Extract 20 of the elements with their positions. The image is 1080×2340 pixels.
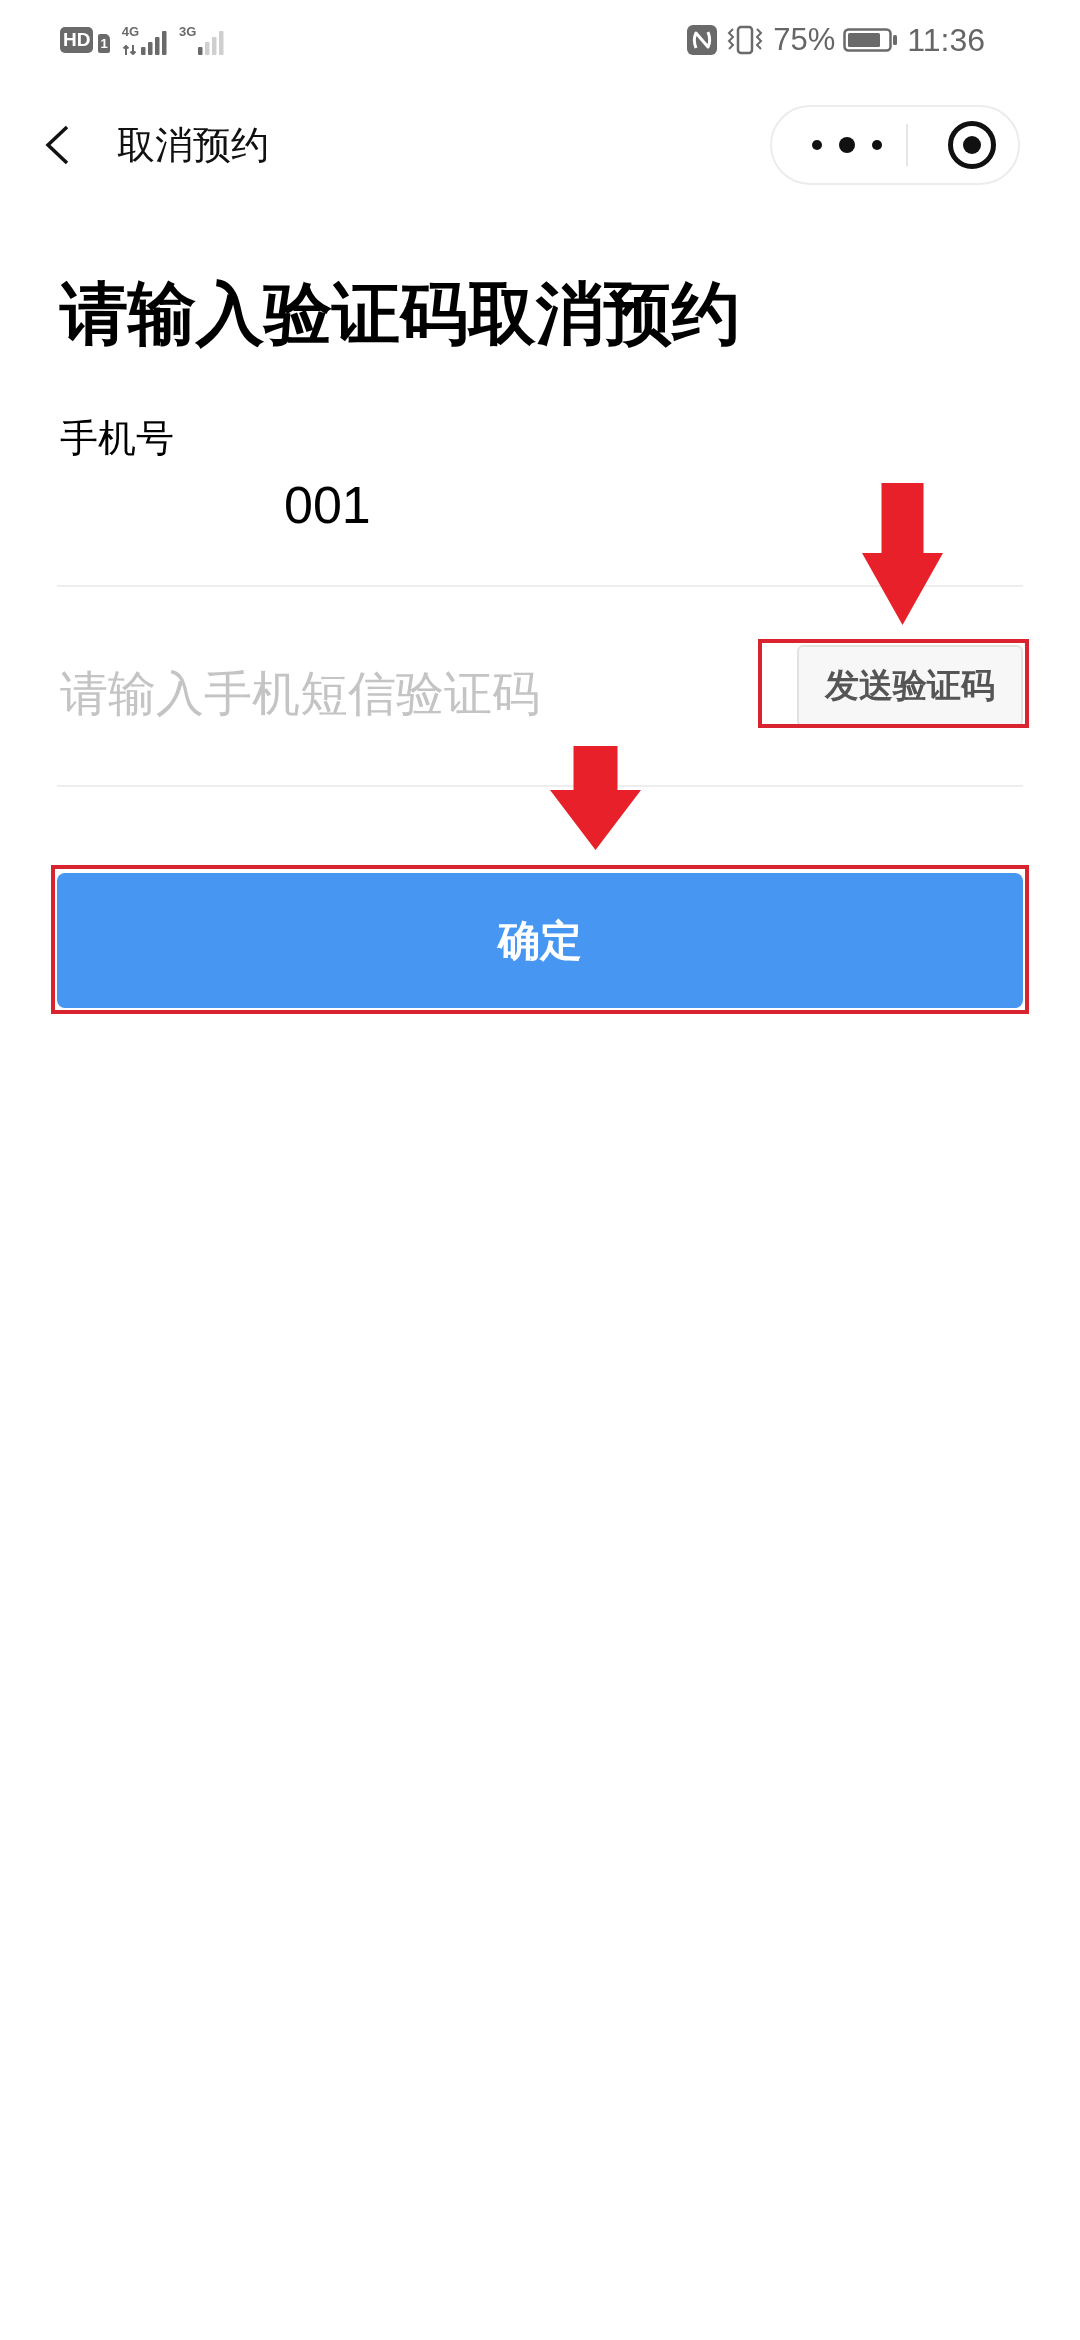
battery-icon <box>843 28 898 52</box>
page-heading: 请输入验证码取消预约 <box>60 273 741 355</box>
sim-badge: 1 <box>98 33 110 53</box>
network-label: 3G <box>179 25 197 39</box>
nfc-icon <box>687 25 718 55</box>
clock: 11:36 <box>907 22 985 58</box>
field-label: 手机号 <box>60 415 175 462</box>
page-title: 取消预约 <box>117 122 270 168</box>
hd-badge: HD <box>60 27 94 53</box>
signal-icon <box>141 31 168 55</box>
signal-icon <box>198 31 225 55</box>
target-icon[interactable] <box>947 120 997 170</box>
phone-number: 001 <box>284 477 372 533</box>
back-icon[interactable] <box>43 125 71 165</box>
network-label: 4G <box>121 25 140 39</box>
data-arrows-icon <box>121 45 138 55</box>
send-code-button[interactable]: 发送验证码 <box>797 645 1023 727</box>
more-icon[interactable] <box>810 135 884 155</box>
battery-percent: 75% <box>773 22 836 58</box>
code-input[interactable]: 请输入手机短信验证码 <box>60 662 797 724</box>
